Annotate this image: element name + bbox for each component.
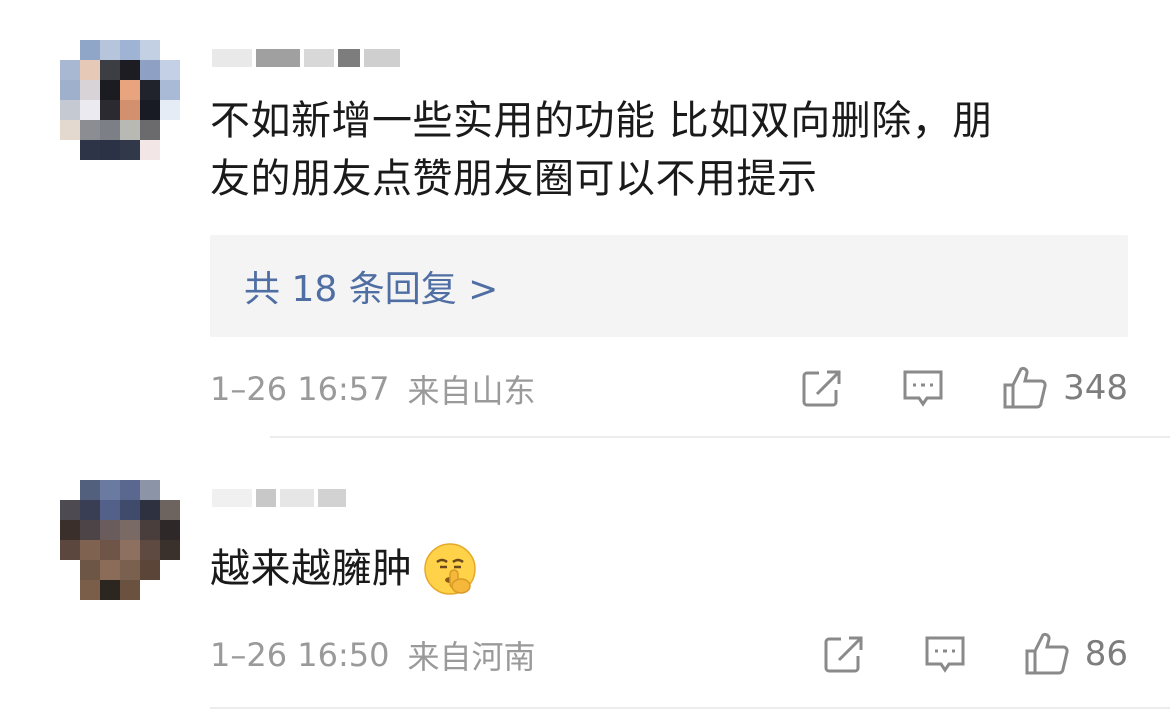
comment-text: 不如新增一些实用的功能 比如双向删除，朋 友的朋友点赞朋友圈可以不用提示 (210, 92, 1110, 208)
shushing-face-emoji (423, 543, 476, 595)
like-button[interactable]: 86 (1023, 631, 1128, 677)
username-blurred[interactable] (212, 38, 400, 78)
comment-text-line: 越来越臃肿 (210, 546, 413, 592)
comment-button[interactable] (901, 368, 945, 408)
comment-item: 不如新增一些实用的功能 比如双向删除，朋 友的朋友点赞朋友圈可以不用提示 共 1… (0, 0, 1170, 440)
share-edit-icon (802, 370, 841, 407)
avatar[interactable] (60, 40, 180, 160)
view-replies-button[interactable]: 共 18 条回复 > (210, 235, 1128, 337)
divider (270, 436, 1170, 438)
comment-text-line: 友的朋友点赞朋友圈可以不用提示 (210, 156, 818, 202)
comment-bubble-icon (925, 636, 965, 673)
like-count: 348 (1063, 368, 1128, 408)
thumbs-up-icon (1003, 366, 1047, 409)
avatar[interactable] (60, 480, 180, 600)
username-blurred[interactable] (212, 478, 346, 518)
comment-text: 越来越臃肿 (210, 540, 1110, 598)
share-button[interactable] (801, 368, 845, 408)
thumbs-up-icon (1025, 632, 1069, 675)
share-edit-icon (824, 636, 863, 673)
divider (210, 707, 1170, 709)
comment-time: 1–26 16:50 (210, 636, 390, 674)
comment-time: 1–26 16:57 (210, 370, 390, 408)
comment-text-line: 不如新增一些实用的功能 比如双向删除，朋 (210, 98, 993, 144)
comment-location: 来自河南 (407, 638, 536, 676)
comment-location: 来自山东 (407, 372, 536, 410)
like-button[interactable]: 348 (1001, 365, 1128, 411)
comment-actions: 86 (823, 624, 1128, 684)
comment-button[interactable] (923, 634, 967, 674)
like-count: 86 (1084, 634, 1128, 674)
comment-item: 越来越臃肿 1–26 16:50 来自河南 86 (0, 440, 1170, 715)
comment-bubble-icon (903, 370, 943, 407)
comment-actions: 348 (801, 358, 1128, 418)
share-button[interactable] (823, 634, 867, 674)
